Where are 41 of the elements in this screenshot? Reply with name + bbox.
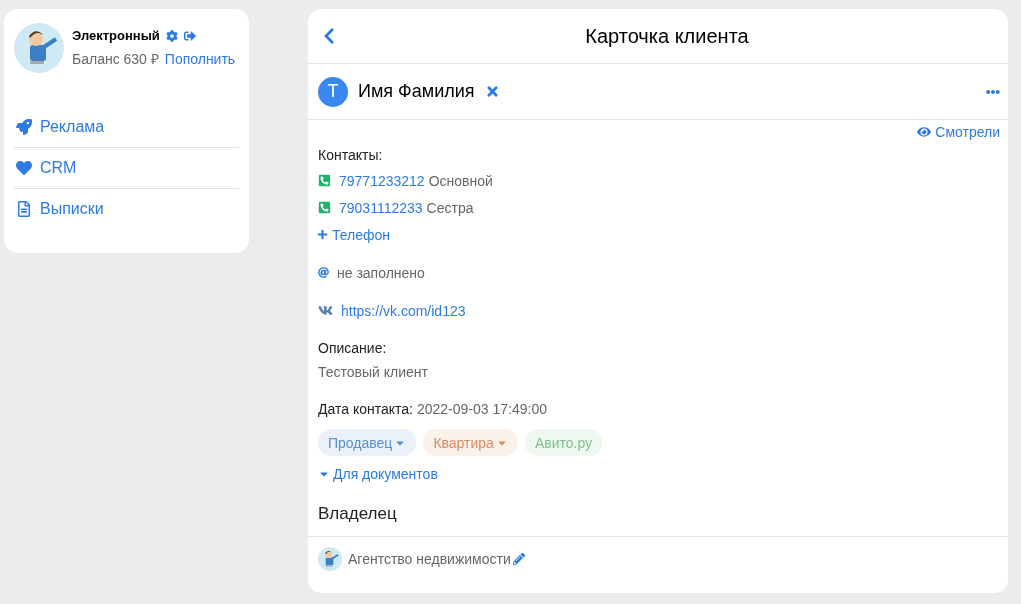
email-icon	[318, 267, 329, 278]
nav-item[interactable]: Выписки	[14, 189, 239, 229]
owner-name: Агентство недвижимости	[348, 551, 511, 567]
nav-item[interactable]: Реклама	[14, 107, 239, 148]
contacts-label: Контакты:	[318, 147, 384, 163]
owner-avatar-drawing	[318, 547, 342, 571]
eye-icon	[917, 125, 932, 139]
document-icon	[16, 201, 32, 217]
account-name: Электронный	[72, 28, 160, 43]
client-name: Имя Фамилия	[358, 81, 475, 102]
rocket-icon	[16, 119, 32, 135]
add-phone-link[interactable]: Телефон	[317, 226, 391, 243]
heart-icon	[16, 160, 32, 176]
client-avatar: Т	[318, 76, 348, 107]
phone-link[interactable]: 79031112233	[339, 199, 423, 216]
owner-heading: Владелец	[318, 504, 398, 524]
contact-date-value: 2022-09-03 17:49:00	[416, 401, 547, 417]
nav-item[interactable]: CRM	[14, 148, 239, 189]
logout-icon[interactable]	[183, 29, 196, 42]
plus-icon	[317, 229, 328, 240]
documents-toggle[interactable]: Для документов	[318, 466, 438, 482]
tag[interactable]: Продавец	[318, 429, 417, 456]
settings-icon[interactable]	[165, 29, 178, 42]
phone-note: Сестра	[426, 199, 474, 216]
top-up-link[interactable]: Пополнить	[164, 50, 236, 67]
page-title: Карточка клиента	[584, 24, 750, 48]
phone-note: Основной	[428, 172, 493, 189]
balance-text: Баланс 630 ₽	[72, 50, 159, 68]
phone-icon	[318, 201, 331, 214]
tag[interactable]: Квартира	[423, 429, 518, 456]
phone-icon	[318, 174, 331, 187]
email-value: не заполнено	[337, 264, 425, 281]
description-text: Тестовый клиент	[318, 364, 429, 380]
vk-link[interactable]: https://vk.com/id123	[341, 302, 466, 319]
contact-date-label: Дата контакта:	[318, 401, 413, 417]
edit-icon[interactable]	[512, 553, 525, 565]
viewed-link[interactable]: Смотрели	[917, 124, 1000, 140]
phone-link[interactable]: 79771233212	[339, 172, 425, 189]
vk-icon	[318, 303, 333, 318]
avatar-drawing	[14, 23, 64, 73]
description-label: Описание:	[318, 340, 388, 356]
